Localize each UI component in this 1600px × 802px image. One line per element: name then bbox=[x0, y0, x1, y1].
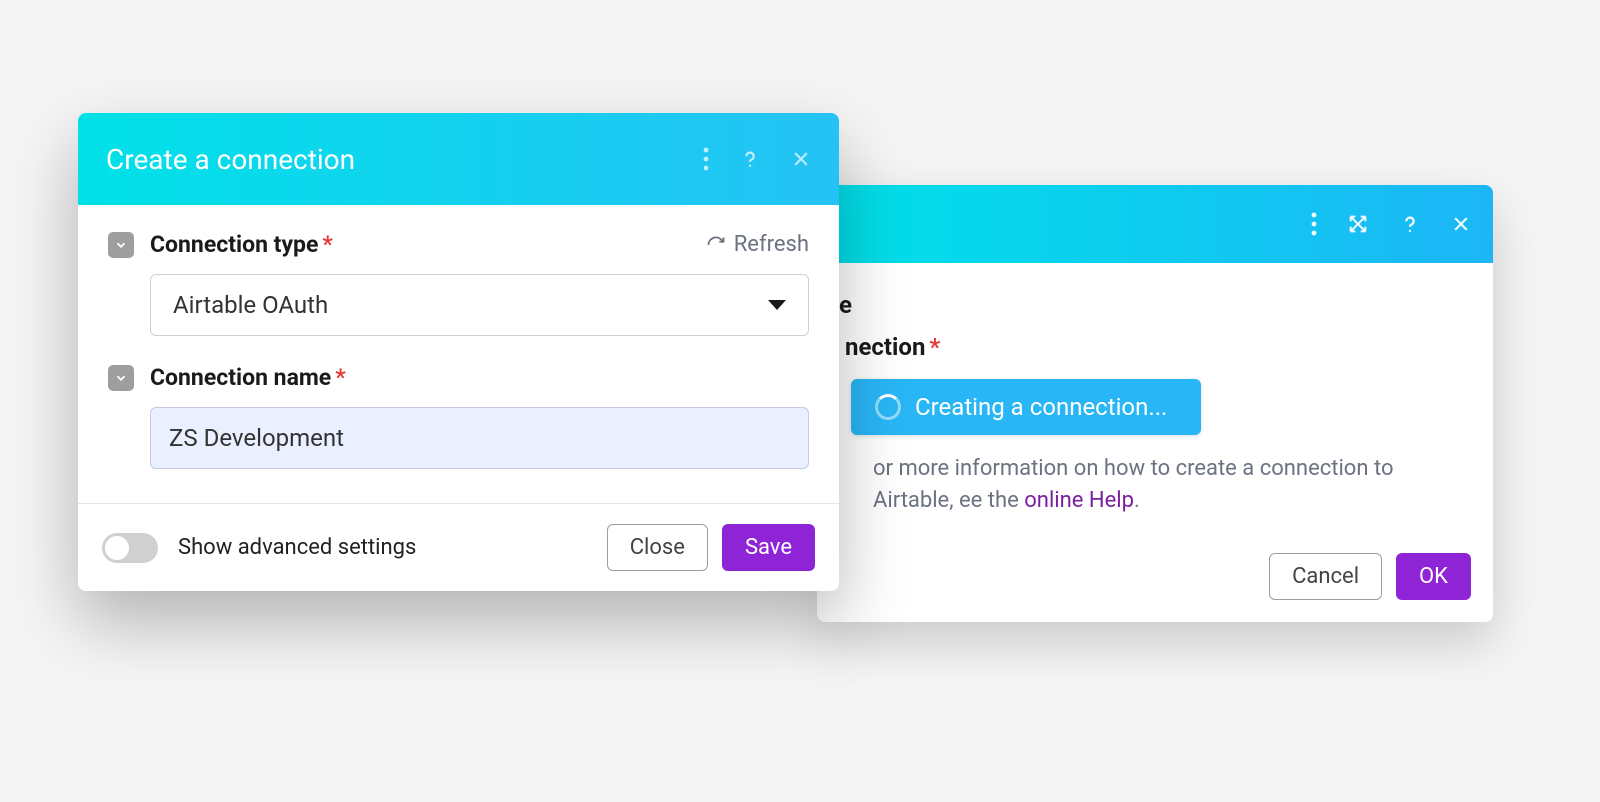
close-icon[interactable] bbox=[1451, 214, 1471, 234]
help-icon[interactable] bbox=[739, 148, 761, 170]
connection-name-label: Connection name* bbox=[150, 364, 346, 391]
connection-type-label: Connection type* bbox=[150, 231, 333, 258]
refresh-button[interactable]: Refresh bbox=[706, 232, 809, 257]
help-text: or more information on how to create a c… bbox=[845, 453, 1465, 517]
dialog-title: Create a connection bbox=[106, 143, 355, 176]
close-button[interactable]: Close bbox=[607, 524, 708, 571]
required-marker: * bbox=[335, 364, 345, 391]
caret-down-icon bbox=[768, 300, 786, 310]
refresh-label: Refresh bbox=[734, 232, 809, 257]
refresh-icon bbox=[706, 235, 726, 255]
close-icon[interactable] bbox=[791, 149, 811, 169]
ok-button[interactable]: OK bbox=[1396, 553, 1471, 600]
advanced-settings-toggle[interactable] bbox=[102, 533, 158, 563]
connection-type-value: Airtable OAuth bbox=[173, 291, 328, 319]
creating-connection-button[interactable]: Creating a connection... bbox=[851, 379, 1201, 435]
save-button[interactable]: Save bbox=[722, 524, 815, 571]
watch-records-dialog: e nection* Creating a connection... or m… bbox=[817, 185, 1493, 622]
dialog-footer: Cancel OK bbox=[817, 537, 1493, 622]
more-icon[interactable] bbox=[703, 147, 709, 171]
connection-name-input[interactable] bbox=[150, 407, 809, 469]
connection-label: nection bbox=[845, 333, 925, 361]
create-connection-dialog: Create a connection Connection type* bbox=[78, 113, 839, 591]
dialog-header: Create a connection bbox=[78, 113, 839, 205]
more-icon[interactable] bbox=[1311, 212, 1317, 236]
advanced-settings-label: Show advanced settings bbox=[178, 535, 416, 560]
expand-icon[interactable] bbox=[1347, 213, 1369, 235]
spinner-icon bbox=[875, 394, 901, 420]
required-marker: * bbox=[322, 231, 332, 258]
collapse-icon[interactable] bbox=[108, 232, 134, 258]
required-marker: * bbox=[929, 333, 940, 361]
connection-type-select[interactable]: Airtable OAuth bbox=[150, 274, 809, 336]
creating-connection-label: Creating a connection... bbox=[915, 393, 1167, 421]
collapse-icon[interactable] bbox=[108, 365, 134, 391]
dialog-header bbox=[817, 185, 1493, 263]
help-icon[interactable] bbox=[1399, 213, 1421, 235]
cancel-button[interactable]: Cancel bbox=[1269, 553, 1382, 600]
online-help-link[interactable]: online Help bbox=[1024, 488, 1134, 513]
